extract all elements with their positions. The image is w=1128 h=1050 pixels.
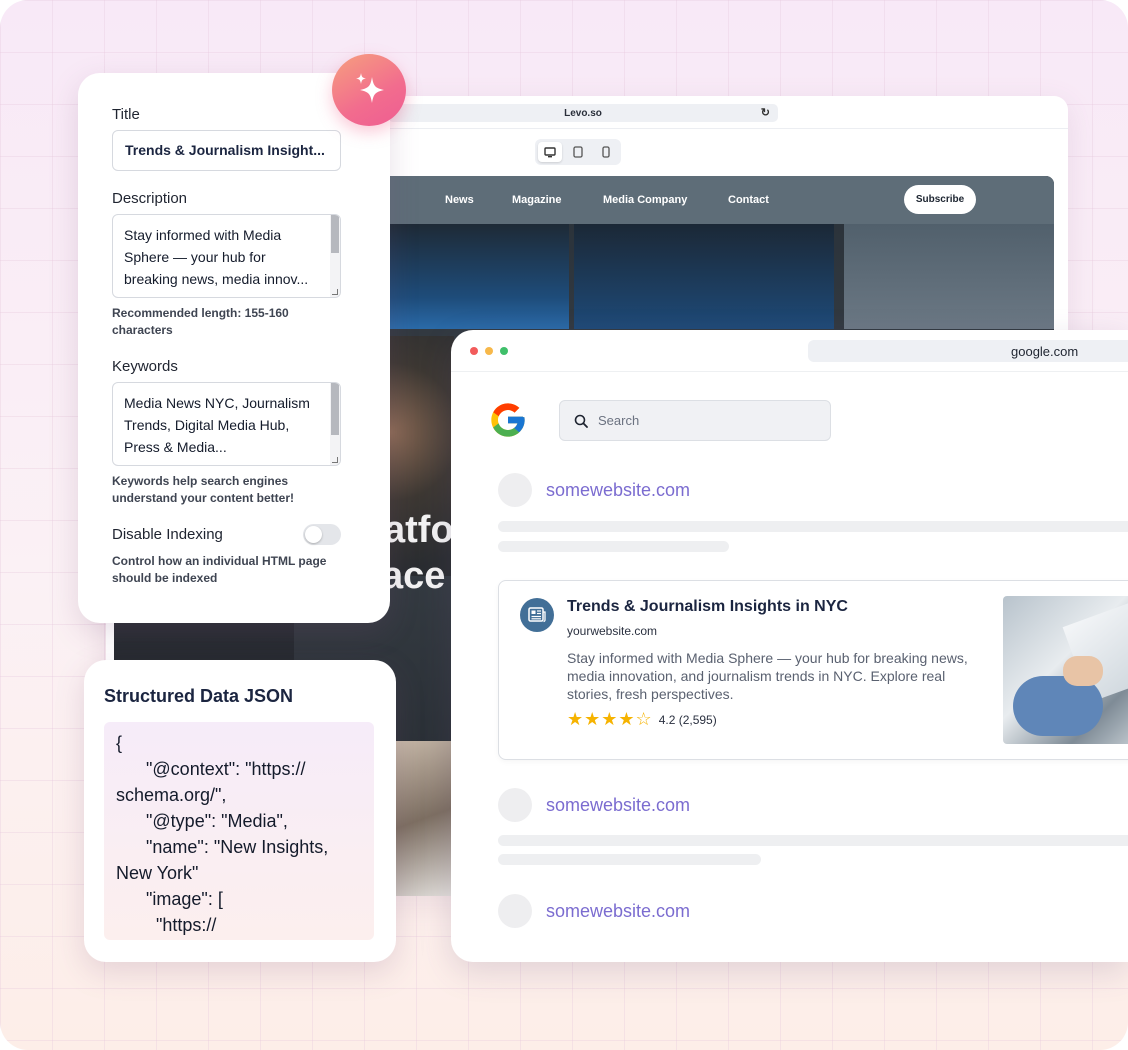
- search-result[interactable]: somewebsite.com: [498, 788, 690, 822]
- device-toggle: [535, 139, 621, 165]
- indexing-label: Disable Indexing: [112, 526, 223, 543]
- resize-handle[interactable]: [332, 289, 338, 295]
- skeleton-line: [498, 854, 761, 865]
- skeleton-line: [498, 521, 1128, 532]
- hero-heading-line2: ace: [382, 555, 446, 597]
- skeleton-line: [498, 541, 729, 552]
- featured-thumbnail: [1003, 596, 1128, 744]
- search-placeholder: Search: [598, 413, 640, 428]
- nav-news[interactable]: News: [445, 194, 474, 206]
- json-card-title: Structured Data JSON: [104, 686, 294, 706]
- keywords-scrollbar[interactable]: [330, 383, 340, 465]
- featured-url: yourwebsite.com: [567, 624, 658, 638]
- description-help: Recommended length: 155-160 characters: [112, 306, 289, 337]
- subscribe-button[interactable]: Subscribe: [904, 185, 976, 214]
- toggle-knob: [305, 526, 322, 543]
- google-url: google.com: [1011, 343, 1079, 359]
- google-preview-card: google.com Search somewebsite.com Trends…: [451, 330, 1128, 962]
- description-text: Stay informed with Media Sphere — your h…: [124, 227, 309, 287]
- divider: [451, 371, 1128, 372]
- office-photo: [394, 741, 454, 896]
- ai-generate-button[interactable]: [332, 54, 406, 126]
- hero-heading-line1: atfo: [384, 509, 454, 551]
- keywords-text: Media News NYC, Journalism Trends, Digit…: [124, 395, 310, 455]
- title-label: Title: [112, 106, 140, 123]
- browser-url: Levo.so: [564, 107, 602, 119]
- desktop-icon[interactable]: [538, 142, 562, 162]
- keywords-help: Keywords help search engines understand …: [112, 474, 295, 505]
- hand-image: [1063, 656, 1103, 686]
- result-domain[interactable]: somewebsite.com: [546, 795, 690, 816]
- hero-photo-screen-2: [574, 224, 834, 329]
- featured-title[interactable]: Trends & Journalism Insights in NYC: [567, 598, 848, 616]
- featured-result-card[interactable]: Trends & Journalism Insights in NYC your…: [498, 580, 1128, 760]
- rating-text: 4.2 (2,595): [658, 712, 717, 727]
- result-favicon: [498, 788, 532, 822]
- disable-indexing-toggle[interactable]: [303, 524, 341, 545]
- search-result[interactable]: somewebsite.com: [498, 473, 690, 507]
- google-search-input[interactable]: Search: [559, 400, 831, 441]
- nav-magazine[interactable]: Magazine: [512, 194, 562, 206]
- search-result[interactable]: somewebsite.com: [498, 894, 690, 928]
- description-label: Description: [112, 190, 188, 207]
- google-logo-icon: [491, 403, 525, 437]
- nav-contact[interactable]: Contact: [728, 194, 769, 206]
- featured-rating: ★★★★☆ 4.2 (2,595): [567, 709, 717, 730]
- sparkle-icon: [356, 73, 384, 103]
- close-dot[interactable]: [470, 347, 478, 355]
- json-code-block[interactable]: { "@context": "https:// schema.org/", "@…: [104, 722, 374, 940]
- structured-data-card: Structured Data JSON { "@context": "http…: [84, 660, 396, 962]
- featured-description: Stay informed with Media Sphere — your h…: [567, 650, 968, 702]
- indexing-help: Control how an individual HTML page shou…: [112, 554, 327, 585]
- reload-icon[interactable]: ↻: [761, 106, 770, 119]
- nav-media-company[interactable]: Media Company: [603, 194, 687, 206]
- search-icon: [574, 414, 588, 428]
- result-domain[interactable]: somewebsite.com: [546, 480, 690, 501]
- google-address-bar[interactable]: google.com: [808, 340, 1128, 362]
- description-scrollbar[interactable]: [330, 215, 340, 297]
- title-input[interactable]: Trends & Journalism Insight...: [112, 130, 341, 171]
- hero-photo-right: [844, 224, 1054, 329]
- star-icons: ★★★★☆: [567, 709, 653, 729]
- maximize-dot[interactable]: [500, 347, 508, 355]
- mobile-icon[interactable]: [594, 142, 618, 162]
- result-favicon: [498, 473, 532, 507]
- description-textarea[interactable]: Stay informed with Media Sphere — your h…: [112, 214, 341, 298]
- browser-address-bar[interactable]: Levo.so ↻: [388, 104, 778, 122]
- result-favicon: [498, 894, 532, 928]
- skeleton-line: [498, 835, 1128, 846]
- resize-handle[interactable]: [332, 457, 338, 463]
- keywords-textarea[interactable]: Media News NYC, Journalism Trends, Digit…: [112, 382, 341, 466]
- keywords-label: Keywords: [112, 358, 178, 375]
- seo-settings-panel: Title Trends & Journalism Insight... Des…: [78, 73, 390, 623]
- newspaper-icon: [520, 598, 554, 632]
- minimize-dot[interactable]: [485, 347, 493, 355]
- tablet-icon[interactable]: [566, 142, 590, 162]
- result-domain[interactable]: somewebsite.com: [546, 901, 690, 922]
